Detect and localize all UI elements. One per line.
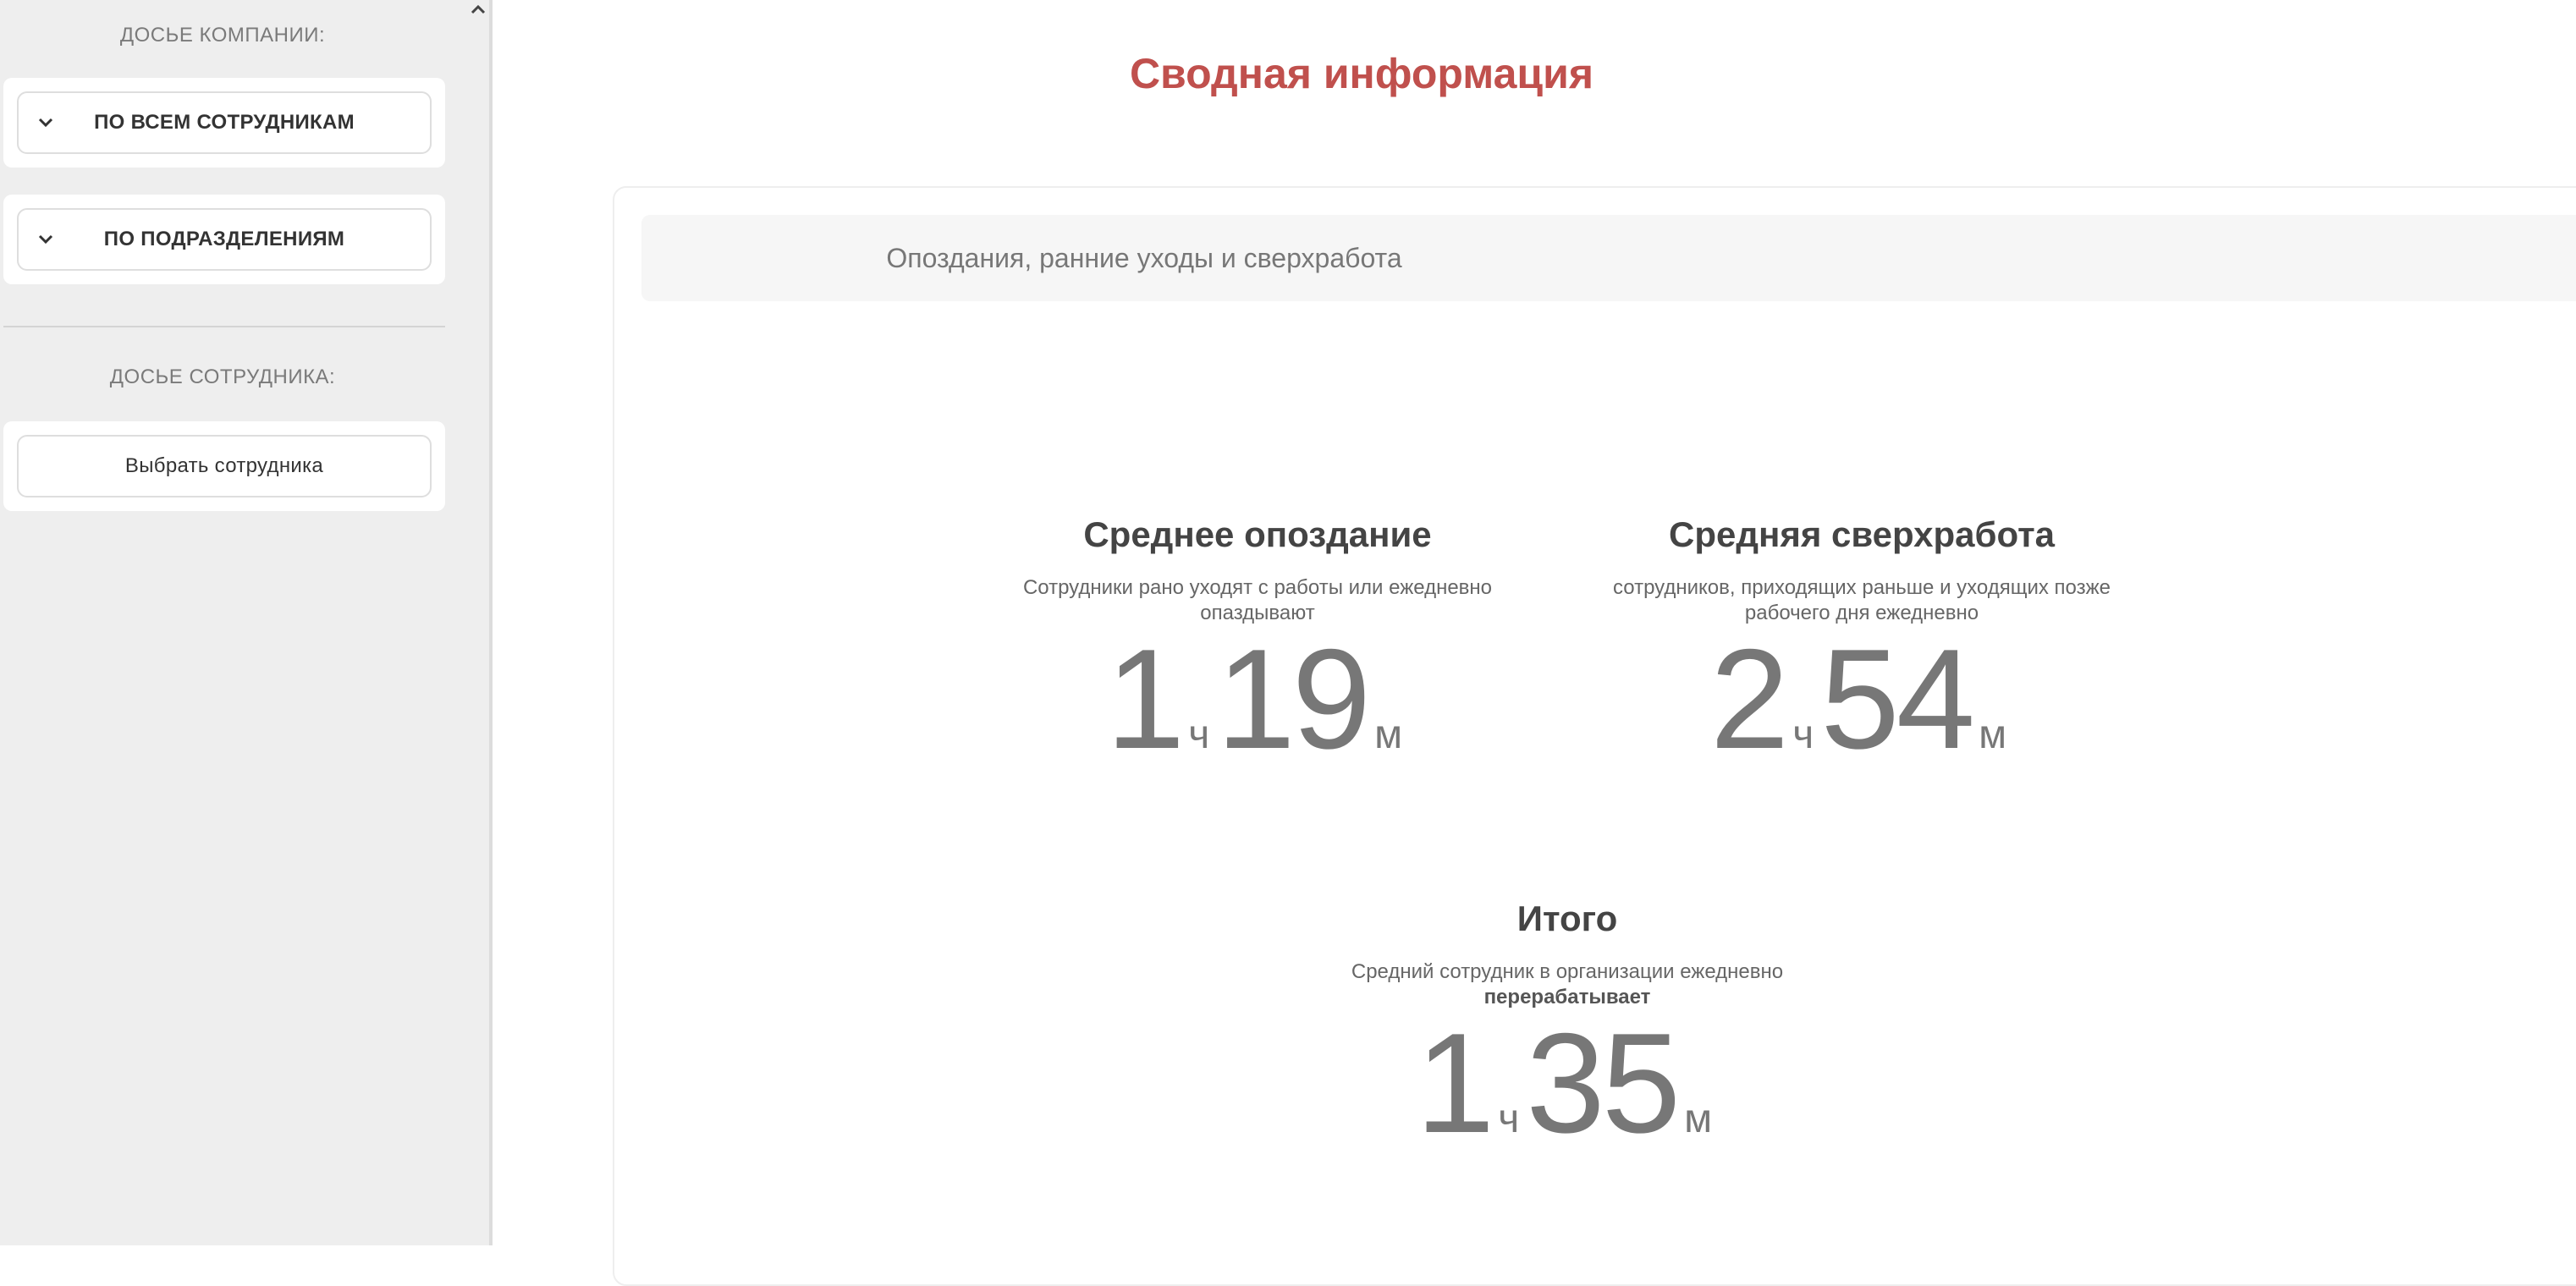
sidebar-divider <box>3 326 445 327</box>
avg-overtime-hours: 2 <box>1709 619 1789 778</box>
minutes-unit: м <box>1979 712 2007 757</box>
select-employee-label: Выбрать сотрудника <box>124 454 324 477</box>
avg-overtime-minutes: 54 <box>1820 619 1975 778</box>
departments-button[interactable]: ПО ПОДРАЗДЕЛЕНИЯМ <box>17 208 432 271</box>
total-value: 1 ч35 м <box>1296 1012 1838 1154</box>
hours-unit: ч <box>1792 712 1814 757</box>
minutes-unit: м <box>1374 712 1403 757</box>
all-employees-button[interactable]: ПО ВСЕМ СОТРУДНИКАМ <box>17 91 432 154</box>
avg-late-stat: Среднее опоздание Сотрудники рано уходят… <box>987 514 1528 770</box>
avg-overtime-heading: Средняя сверхработа <box>1669 514 2055 554</box>
page-title: Сводная информация <box>1129 50 1594 97</box>
avg-late-value: 1 ч19 м <box>987 628 1528 770</box>
panel-header-title: Опоздания, ранние уходы и сверхработа <box>886 242 1402 273</box>
company-dossier-title: ДОСЬЕ КОМПАНИИ: <box>119 24 326 47</box>
avg-overtime-description: сотрудников, приходящих раньше и уходящи… <box>1613 576 2111 624</box>
avg-overtime-value: 2 ч54 м <box>1591 628 2133 770</box>
sidebar: ДОСЬЕ КОМПАНИИ: ПО ВСЕМ СОТРУДНИКАМ ПО П… <box>0 0 493 1245</box>
select-employee-card: Выбрать сотрудника <box>3 421 445 511</box>
total-stat: Итого Средний сотрудник в организации еж… <box>1296 899 1838 1154</box>
summary-panel: Опоздания, ранние уходы и сверхработа Ср… <box>613 186 2576 1286</box>
chevron-down-icon <box>37 210 54 269</box>
chevron-up-icon <box>471 4 486 14</box>
departments-label: ПО ПОДРАЗДЕЛЕНИЯМ <box>103 228 345 250</box>
hours-unit: ч <box>1188 712 1210 757</box>
total-minutes: 35 <box>1526 1003 1681 1162</box>
main-content: Сводная информация Опоздания, ранние ухо… <box>493 0 2576 1286</box>
collapse-sidebar-button[interactable] <box>464 0 493 19</box>
select-employee-button[interactable]: Выбрать сотрудника <box>17 435 432 497</box>
avg-late-description: Сотрудники рано уходят с работы или ежед… <box>1022 576 1493 624</box>
total-hours: 1 <box>1415 1003 1494 1162</box>
avg-overtime-stat: Средняя сверхработа сотрудников, приходя… <box>1591 514 2133 770</box>
chevron-down-icon <box>37 93 54 152</box>
avg-late-minutes: 19 <box>1216 619 1371 778</box>
hours-unit: ч <box>1498 1096 1520 1141</box>
panel-header: Опоздания, ранние уходы и сверхработа <box>641 215 2576 301</box>
employee-dossier-title: ДОСЬЕ СОТРУДНИКА: <box>109 365 336 388</box>
total-description: Средний сотрудник в организации ежедневн… <box>1351 960 1784 1008</box>
avg-late-hours: 1 <box>1105 619 1185 778</box>
all-employees-label: ПО ВСЕМ СОТРУДНИКАМ <box>94 111 355 134</box>
total-heading: Итого <box>1516 899 1618 938</box>
departments-card: ПО ПОДРАЗДЕЛЕНИЯМ <box>3 195 445 284</box>
minutes-unit: м <box>1684 1096 1713 1141</box>
avg-late-heading: Среднее опоздание <box>1083 514 1432 554</box>
